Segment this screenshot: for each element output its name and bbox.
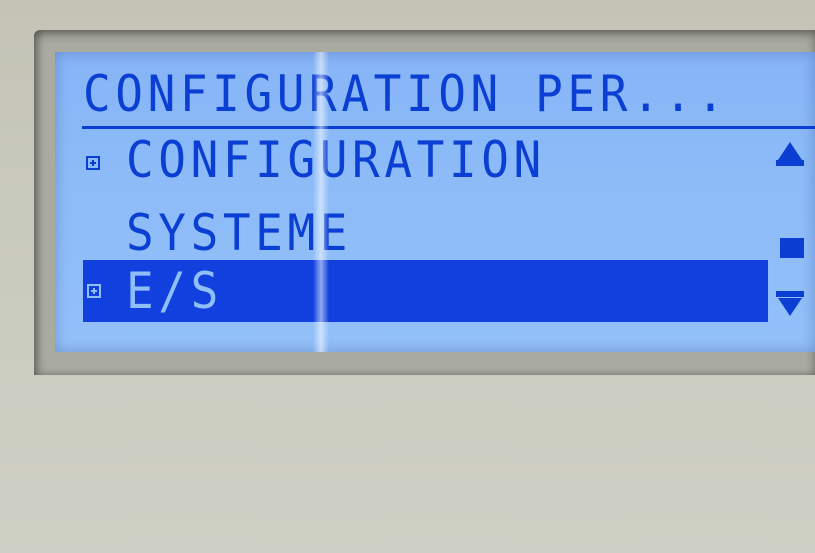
scroll-down-base — [776, 291, 804, 297]
plus-box-icon — [86, 156, 100, 170]
plus-box-icon — [87, 284, 101, 298]
triangle-down-icon[interactable] — [778, 298, 802, 316]
menu-item-configuration-systeme-line2[interactable]: SYSTEME — [126, 203, 352, 263]
menu-item-configuration-systeme-line1[interactable]: CONFIGURATION — [126, 130, 546, 190]
menu-item-es-selected[interactable]: E/S — [83, 260, 768, 322]
screen-title: CONFIGURATION PER... — [83, 65, 729, 123]
title-divider — [82, 126, 815, 129]
square-thumb-icon[interactable] — [780, 238, 804, 258]
menu-item-es-label: E/S — [126, 262, 223, 320]
lcd-screen: CONFIGURATION PER... CONFIGURATION SYSTE… — [55, 52, 815, 352]
scroll-up-base — [776, 160, 804, 166]
triangle-up-icon[interactable] — [778, 142, 802, 160]
